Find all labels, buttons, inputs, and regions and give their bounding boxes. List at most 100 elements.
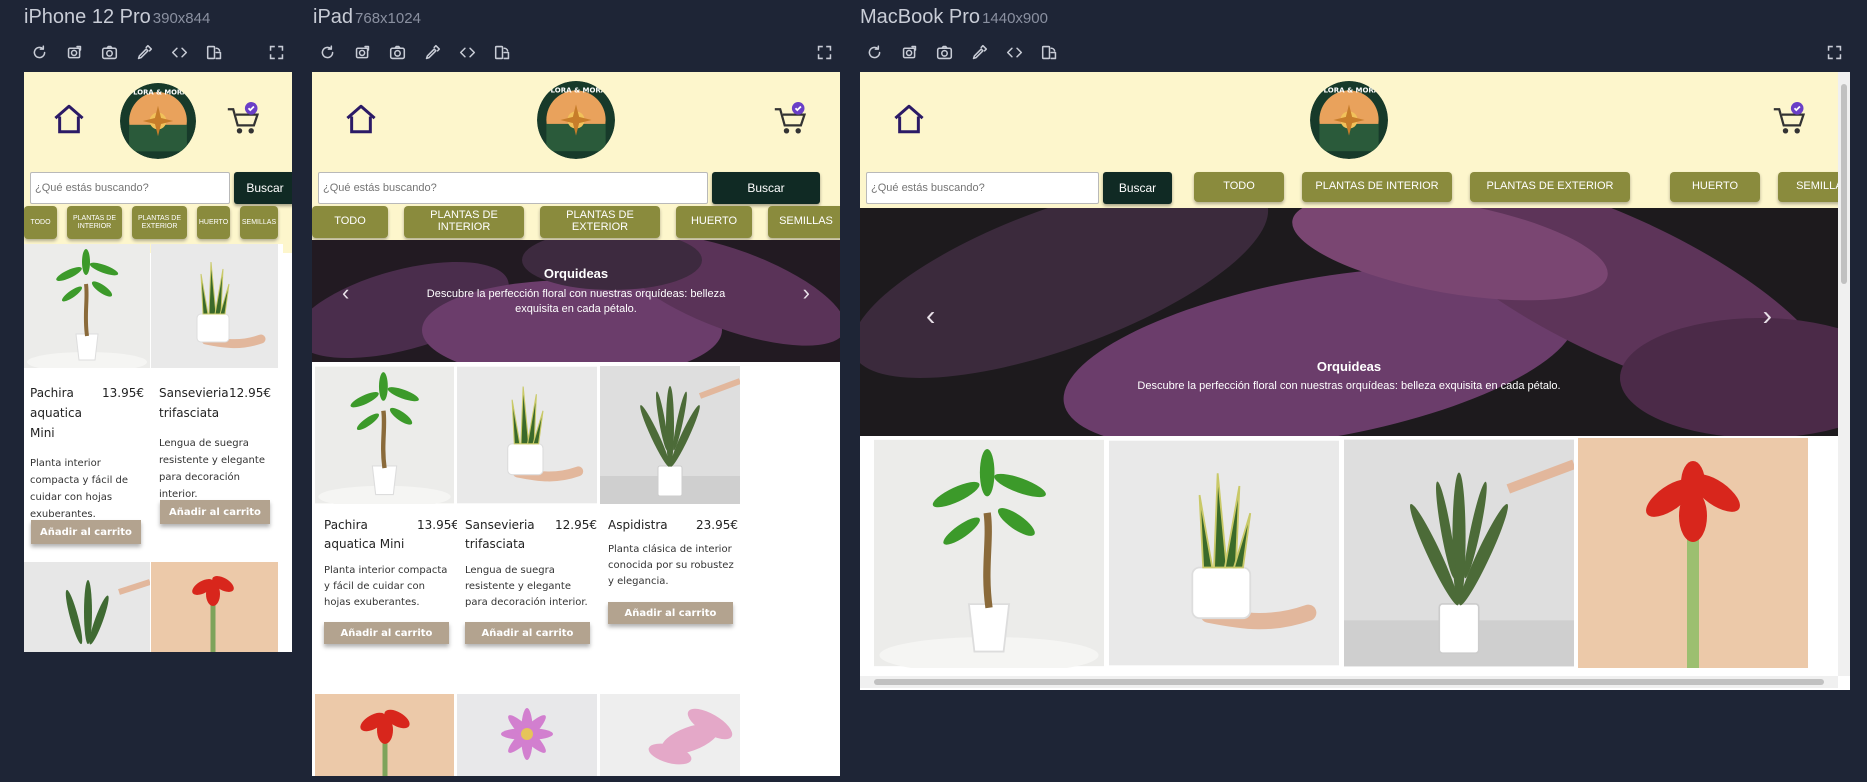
category-todo[interactable]: TODO [312, 206, 388, 238]
product-card: Pachira aquatica Mini 13.95€ Planta inte… [312, 366, 459, 656]
code-icon[interactable] [1002, 40, 1027, 64]
screenshot-full-icon[interactable] [350, 40, 375, 64]
product-image [457, 366, 597, 504]
hero-banner: ‹ › Orquideas Descubre la perfección flo… [312, 240, 840, 362]
search-bar: Buscar [866, 172, 1172, 204]
category-huerto[interactable]: HUERTO [1670, 172, 1760, 202]
search-button[interactable]: Buscar [712, 172, 820, 204]
rotate-icon[interactable] [1037, 40, 1062, 64]
search-button[interactable]: Buscar [234, 172, 292, 204]
category-huerto[interactable]: HUERTO [197, 206, 230, 239]
vertical-scrollbar[interactable] [1838, 72, 1850, 676]
search-input[interactable] [30, 172, 230, 204]
banner-title: Orquideas [1316, 359, 1382, 374]
home-icon[interactable] [892, 102, 926, 136]
site-logo[interactable]: FLORA & MORA [1310, 81, 1388, 159]
product-card: Aspidistra 23.95€ Planta clásica de inte… [600, 366, 740, 656]
search-input[interactable] [866, 172, 1099, 204]
product-name: Sansevieria trifasciata [465, 518, 535, 551]
eyedropper-icon[interactable] [967, 40, 992, 64]
screenshot-full-icon[interactable] [62, 40, 87, 64]
code-icon[interactable] [455, 40, 480, 64]
add-to-cart-button[interactable]: Añadir al carrito [160, 500, 270, 524]
expand-icon[interactable] [1822, 40, 1847, 64]
hero-banner: ‹ › Orquideas Descubre la perfección flo… [860, 208, 1838, 436]
expand-icon[interactable] [264, 40, 289, 64]
cart-icon[interactable] [1772, 102, 1808, 138]
home-icon[interactable] [344, 102, 378, 136]
reload-icon[interactable] [315, 40, 340, 64]
ipad-viewport: FLORA & MORA Buscar TODO PLANTAS DE INTE… [312, 72, 840, 776]
camera-icon[interactable] [385, 40, 410, 64]
product-description: Lengua de suegra resistente y elegante p… [159, 438, 265, 500]
category-interior[interactable]: PLANTAS DE INTERIOR [404, 206, 524, 238]
category-todo[interactable]: TODO [24, 206, 57, 239]
product-price: 12.95€ [555, 518, 597, 532]
search-input[interactable] [318, 172, 708, 204]
cart-icon[interactable] [226, 102, 262, 138]
product-name: Aspidistra [608, 518, 668, 532]
reload-icon[interactable] [862, 40, 887, 64]
horizontal-scrollbar[interactable] [860, 676, 1838, 688]
category-interior[interactable]: PLANTAS DE INTERIOR [1302, 172, 1452, 202]
product-price: 23.95€ [696, 518, 738, 532]
search-button[interactable]: Buscar [1103, 172, 1172, 204]
scrollbar-thumb[interactable] [874, 679, 1824, 685]
expand-icon[interactable] [812, 40, 837, 64]
eyedropper-icon[interactable] [132, 40, 157, 64]
banner-text: Descubre la perfección floral con nuestr… [1137, 380, 1561, 392]
carousel-prev-icon[interactable]: ‹ [926, 300, 935, 332]
cart-icon[interactable] [773, 102, 809, 138]
category-todo[interactable]: TODO [1194, 172, 1284, 202]
eyedropper-icon[interactable] [420, 40, 445, 64]
banner-caption: Orquideas Descubre la perfección floral … [860, 359, 1838, 392]
add-to-cart-button[interactable]: Añadir al carrito [31, 520, 141, 544]
search-bar: Buscar [30, 172, 292, 204]
category-exterior[interactable]: PLANTAS DE EXTERIOR [540, 206, 660, 238]
category-bar: TODO PLANTAS DE INTERIOR PLANTAS DE EXTE… [24, 206, 278, 239]
banner-title: Orquideas [543, 266, 609, 281]
site-logo[interactable]: FLORA & MORA [537, 81, 615, 159]
home-icon[interactable] [52, 102, 86, 136]
product-image [24, 244, 150, 368]
add-to-cart-button[interactable]: Añadir al carrito [608, 602, 733, 624]
category-interior[interactable]: PLANTAS DE INTERIOR [67, 206, 122, 239]
add-to-cart-button[interactable]: Añadir al carrito [324, 622, 449, 644]
svg-text:FLORA & MORA: FLORA & MORA [1319, 86, 1380, 95]
category-bar: TODO PLANTAS DE INTERIOR PLANTAS DE EXTE… [1194, 172, 1850, 202]
category-exterior[interactable]: PLANTAS DE EXTERIOR [1470, 172, 1630, 202]
category-huerto[interactable]: HUERTO [676, 206, 752, 238]
reload-icon[interactable] [27, 40, 52, 64]
product-image [151, 244, 278, 368]
scrollbar-thumb[interactable] [1841, 84, 1847, 284]
svg-text:FLORA & MORA: FLORA & MORA [546, 86, 607, 95]
camera-icon[interactable] [97, 40, 122, 64]
product-image [24, 562, 150, 652]
add-to-cart-button[interactable]: Añadir al carrito [465, 622, 590, 644]
product-image [151, 562, 278, 652]
device-toolbar [315, 40, 515, 64]
rotate-icon[interactable] [490, 40, 515, 64]
rotate-icon[interactable] [202, 40, 227, 64]
category-exterior[interactable]: PLANTAS DE EXTERIOR [132, 206, 187, 239]
device-title: MacBook Pro 1440x900 [860, 6, 1048, 28]
svg-text:FLORA & MORA: FLORA & MORA [129, 88, 189, 96]
product-image [874, 438, 1104, 668]
product-name: Sansevieria trifasciata [159, 386, 229, 420]
category-semillas[interactable]: SEMILLAS [240, 206, 278, 239]
product-description: Planta interior compacta y fácil de cuid… [30, 458, 129, 520]
product-image [457, 694, 597, 776]
carousel-next-icon[interactable]: › [1763, 300, 1772, 332]
site-logo[interactable]: FLORA & MORA [120, 83, 196, 159]
search-bar: Buscar [318, 172, 820, 204]
iphone-viewport: FLORA & MORA Buscar TODO PLANTAS DE INTE… [24, 72, 292, 652]
category-semillas[interactable]: SEMILLAS [768, 206, 840, 238]
camera-icon[interactable] [932, 40, 957, 64]
product-name: Pachira aquatica Mini [30, 386, 82, 440]
product-image [315, 366, 454, 504]
product-price: 13.95€ [417, 518, 459, 532]
code-icon[interactable] [167, 40, 192, 64]
screenshot-full-icon[interactable] [897, 40, 922, 64]
product-price: 13.95€ [102, 386, 144, 400]
product-price: 12.95€ [229, 386, 271, 400]
